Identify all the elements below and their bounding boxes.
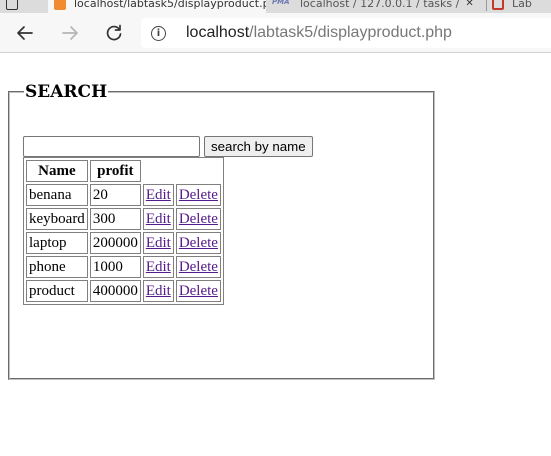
url-host: localhost: [186, 24, 250, 41]
forward-arrow-icon: [62, 26, 78, 40]
forward-button[interactable]: [56, 19, 84, 47]
column-header-name: Name: [26, 160, 88, 182]
document-favicon-icon: [492, 0, 504, 10]
edit-cell: Edit: [142, 280, 174, 302]
back-arrow-icon: [17, 26, 33, 40]
refresh-button[interactable]: [100, 19, 128, 47]
tab-phpmyadmin[interactable]: PMA localhost / 127.0.0.1 / tasks / ✕: [266, 0, 486, 13]
delete-link[interactable]: Delete: [179, 235, 218, 251]
delete-link[interactable]: Delete: [179, 283, 218, 299]
info-icon[interactable]: i: [151, 25, 166, 41]
tab-label: localhost / 127.0.0.1 / tasks /: [300, 0, 460, 10]
table-row: product 400000 Edit Delete: [26, 280, 221, 302]
tab-actions[interactable]: [0, 0, 48, 13]
tab-label: localhost/labtask5/displayproduct.php: [74, 0, 266, 10]
tab-lab[interactable]: Lab: [486, 0, 551, 13]
delete-link[interactable]: Delete: [179, 211, 218, 227]
delete-cell: Delete: [175, 280, 221, 302]
table-row: benana 20 Edit Delete: [26, 184, 221, 206]
table-row: laptop 200000 Edit Delete: [26, 232, 221, 254]
url-path: /labtask5/displayproduct.php: [249, 24, 452, 41]
edit-link[interactable]: Edit: [146, 235, 171, 251]
xampp-favicon-icon: [54, 0, 66, 10]
delete-cell: Delete: [175, 256, 221, 278]
product-name-cell: keyboard: [26, 208, 88, 230]
table-row: phone 1000 Edit Delete: [26, 256, 221, 278]
delete-cell: Delete: [175, 232, 221, 254]
product-profit-cell: 300: [89, 208, 141, 230]
search-legend: SEARCH: [25, 82, 108, 102]
search-by-name-button[interactable]: search by name: [204, 136, 313, 157]
delete-link[interactable]: Delete: [179, 259, 218, 275]
product-name-cell: laptop: [26, 232, 88, 254]
edit-link[interactable]: Edit: [146, 187, 171, 203]
browser-toolbar: i localhost/labtask5/displayproduct.php: [0, 13, 551, 53]
product-profit-cell: 1000: [89, 256, 141, 278]
search-fieldset: SEARCH search by name Name profit benana…: [8, 82, 435, 380]
product-name-cell: product: [26, 280, 88, 302]
edit-cell: Edit: [142, 184, 174, 206]
edit-link[interactable]: Edit: [146, 259, 171, 275]
column-header-empty: [176, 160, 221, 182]
product-profit-cell: 20: [89, 184, 141, 206]
tab-label: Lab: [512, 0, 532, 10]
edit-cell: Edit: [142, 208, 174, 230]
tab-strip: localhost/labtask5/displayproduct.php PM…: [0, 0, 551, 13]
product-name-cell: phone: [26, 256, 88, 278]
product-name-cell: benana: [26, 184, 88, 206]
edit-link[interactable]: Edit: [146, 283, 171, 299]
table-header-row: Name profit: [26, 160, 221, 182]
tab-close-icon[interactable]: ✕: [465, 0, 473, 9]
refresh-icon: [106, 24, 122, 41]
edit-cell: Edit: [142, 256, 174, 278]
product-profit-cell: 400000: [89, 280, 141, 302]
product-profit-cell: 200000: [89, 232, 141, 254]
edit-cell: Edit: [142, 232, 174, 254]
search-row: search by name: [23, 136, 313, 157]
search-input[interactable]: [23, 136, 200, 157]
tab-active[interactable]: localhost/labtask5/displayproduct.php: [48, 0, 266, 13]
edit-link[interactable]: Edit: [146, 211, 171, 227]
tab-actions-icon: [6, 0, 18, 10]
address-url: localhost/labtask5/displayproduct.php: [186, 24, 452, 42]
column-header-empty: [143, 160, 174, 182]
delete-cell: Delete: [175, 184, 221, 206]
products-table: Name profit benana 20 Edit Delete keyboa…: [23, 157, 224, 305]
delete-cell: Delete: [175, 208, 221, 230]
column-header-profit: profit: [89, 160, 141, 182]
table-row: keyboard 300 Edit Delete: [26, 208, 221, 230]
back-button[interactable]: [11, 19, 39, 47]
phpmyadmin-favicon-icon: PMA: [272, 0, 290, 6]
delete-link[interactable]: Delete: [179, 187, 218, 203]
address-bar[interactable]: i localhost/labtask5/displayproduct.php: [141, 18, 551, 48]
